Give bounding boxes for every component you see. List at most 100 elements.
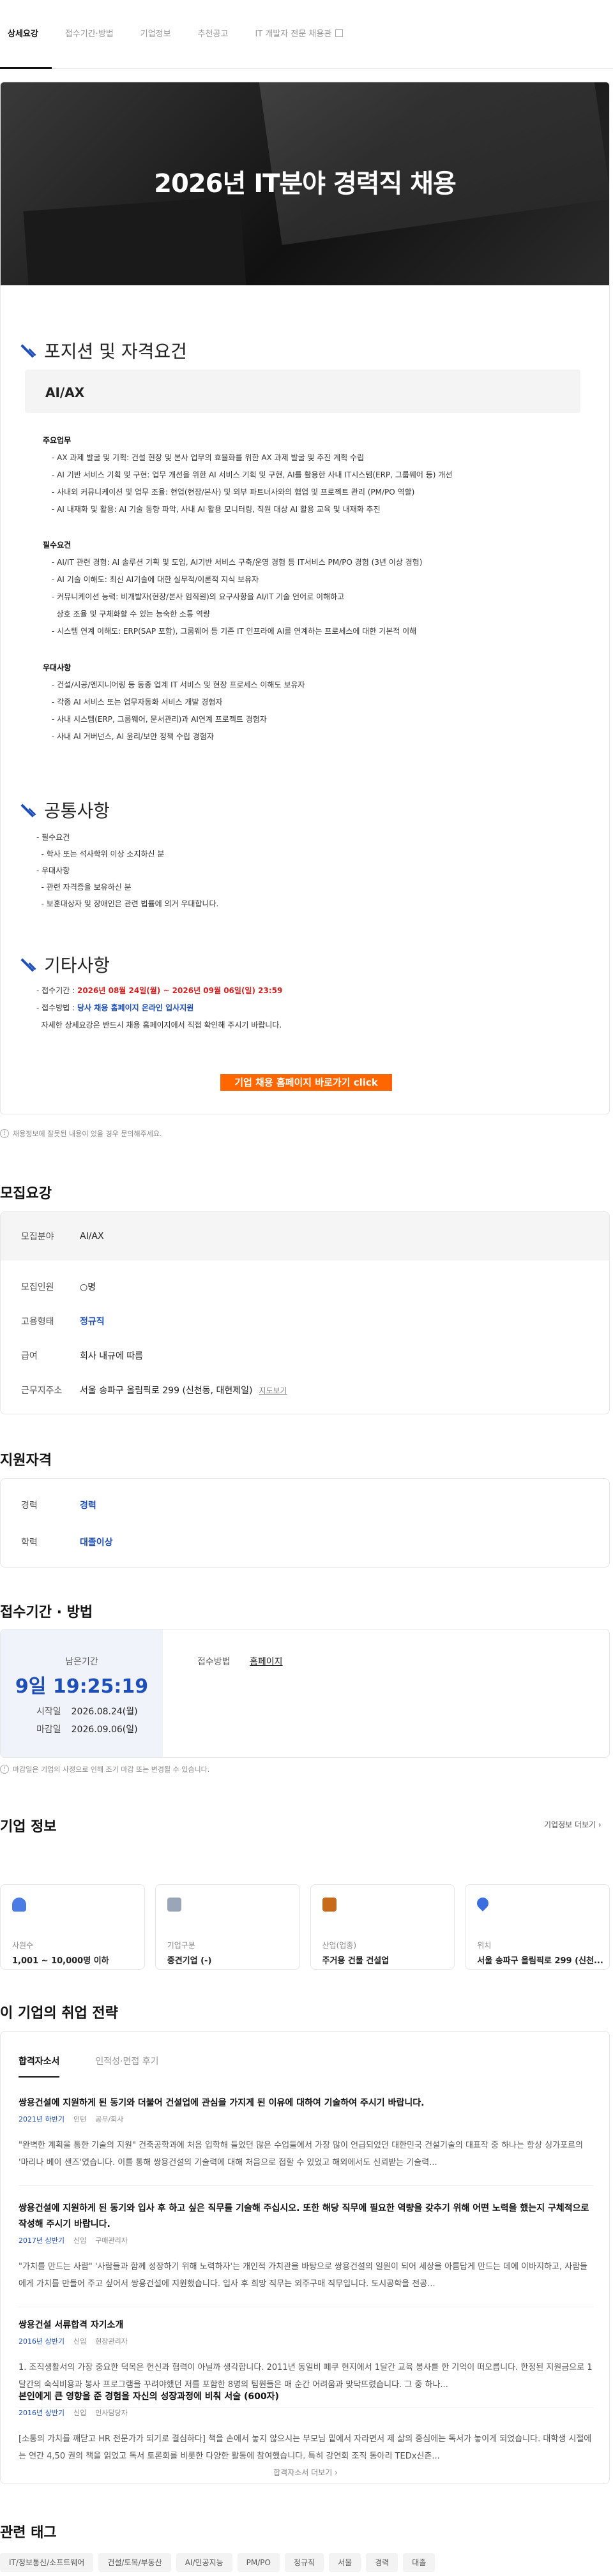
tab-it-dev-label: IT 개발자 전문 채용관 <box>255 29 332 39</box>
company-card-label: 기업구분 <box>167 1941 195 1950</box>
tag-chip[interactable]: 건설/토목/부동산 <box>98 2553 171 2572</box>
essay-item[interactable]: 쌍용건설에 지원하게 된 동기와 더불어 건설업에 관심을 가지게 된 이유에 … <box>19 2095 593 2186</box>
essay-year: 2021년 하반기 <box>19 2115 64 2123</box>
company-card-type: 기업구분 중견기업 (-) <box>155 1884 300 1970</box>
preferences-title: 우대사항 <box>43 663 72 672</box>
tag-chip[interactable]: IT/정보통신/소프트웨어 <box>0 2553 94 2572</box>
etc-block: - 접수기간 : 2026년 08월 24일(월) ~ 2026년 09월 06… <box>36 982 282 1034</box>
period-line: - 접수기간 : 2026년 08월 24일(월) ~ 2026년 09월 06… <box>36 982 282 1000</box>
essay-meta: 2016년 상반기 신입 현장관리자 <box>19 2336 593 2346</box>
essay-question: 쌍용건설 서류합격 자기소개 <box>19 2320 124 2330</box>
duty-item: - 사내외 커뮤니케이션 및 업무 조율: 현업(현장/본사) 및 외부 파트너… <box>52 488 415 497</box>
common-item: - 학사 또는 석사학위 이상 소지하신 분 <box>36 850 165 858</box>
remaining-label: 남은기간 <box>65 1657 98 1667</box>
tab-detail[interactable]: 상세요강 <box>0 0 52 69</box>
strategy-box: 합격자소서 인적성·면접 후기 쌍용건설에 지원하게 된 동기와 더불어 건설업… <box>0 2031 610 2484</box>
tag-chip[interactable]: AI/인공지능 <box>176 2553 232 2572</box>
essay-type: 신입 <box>73 2409 87 2417</box>
essay-year: 2017년 상반기 <box>19 2236 64 2245</box>
essay-question: 쌍용건설에 지원하게 된 동기와 입사 후 하고 싶은 직무를 기술해 주십시오… <box>19 2203 589 2229</box>
tag-chip[interactable]: 정규직 <box>284 2553 324 2572</box>
company-card-location: 위치 서울 송파구 올림픽로 299 (신천... <box>465 1884 610 1970</box>
tab-period[interactable]: 접수기간·방법 <box>52 0 127 69</box>
common-block: - 필수요건 - 학사 또는 석사학위 이상 소지하신 분 - 우대사항 - 관… <box>36 829 218 912</box>
qualification-row: 경력 경력 <box>1 1486 609 1524</box>
summary-value: ○명 <box>80 1282 96 1292</box>
company-title: 기업 정보 <box>0 1819 57 1835</box>
tag-list: IT/정보통신/소프트웨어 건설/토목/부동산 AI/인공지능 PM/PO 정규… <box>0 2553 435 2572</box>
end-label: 마감일 <box>36 1725 61 1735</box>
duty-item: - AI 내재화 및 활용: AI 기술 동향 파악, 사내 AI 활용 모니터… <box>52 505 381 514</box>
company-card-value: 서울 송파구 올림픽로 299 (신천... <box>477 1956 603 1966</box>
company-more-link[interactable]: 기업정보 더보기 › <box>544 1819 602 1830</box>
people-icon <box>12 1898 26 1912</box>
requirement-item: - AI 기술 이해도: 최신 AI기술에 대한 실무적/이론적 지식 보유자 <box>52 575 259 584</box>
qualification-value: 대졸이상 <box>80 1538 113 1548</box>
summary-key: 모집분야 <box>21 1232 54 1242</box>
tag-chip[interactable]: 대졸 <box>403 2553 435 2572</box>
essays-more-link[interactable]: 합격자소서 더보기 › <box>1 2467 609 2478</box>
qualification-key: 학력 <box>21 1538 38 1548</box>
period-value: 2026년 08월 24일(월) ~ 2026년 09월 06일(일) 23:5… <box>77 986 283 995</box>
qualification-value: 경력 <box>80 1501 96 1511</box>
deadline-note: ! 마감일은 기업의 사정으로 인해 조기 마감 또는 변경될 수 있습니다. <box>0 1764 209 1774</box>
summary-value: 회사 내규에 따름 <box>80 1351 144 1361</box>
common-item: - 우대사항 <box>36 866 70 875</box>
external-link-icon <box>335 29 344 37</box>
apply-method-link[interactable]: 홈페이지 <box>250 1655 283 1668</box>
strategy-title: 이 기업의 취업 전략 <box>0 2005 118 2021</box>
preference-item: - 건설/시공/엔지니어링 등 동종 업계 IT 서비스 및 현장 프로세스 이… <box>52 680 305 689</box>
summary-row: 근무지주소 서울 송파구 올림픽로 299 (신천동, 대현제일) 지도보기 <box>1 1373 609 1407</box>
summary-value: 정규직 <box>80 1317 105 1327</box>
summary-row: 고용형태 정규직 <box>1 1304 609 1338</box>
end-date-line: 마감일 2026.09.06(일) <box>36 1723 138 1735</box>
tab-company[interactable]: 기업정보 <box>127 0 185 69</box>
summary-key: 근무지주소 <box>21 1386 63 1396</box>
slash-accent-icon <box>25 344 35 357</box>
role-box: AI/AX <box>25 370 580 413</box>
company-more-label: 기업정보 더보기 <box>544 1820 596 1829</box>
briefcase-icon <box>322 1898 337 1912</box>
company-card-value: 1,001 ~ 10,000명 이하 <box>12 1956 109 1966</box>
building-icon <box>167 1898 181 1912</box>
summary-row: 모집분야 AI/AX <box>1 1212 609 1261</box>
essay-item[interactable]: 쌍용건설에 지원하게 된 동기와 입사 후 하고 싶은 직무를 기술해 주십시오… <box>19 2201 593 2307</box>
company-homepage-button[interactable]: 기업 채용 홈페이지 바로가기 click <box>220 1074 392 1091</box>
end-date: 2026.09.06(일) <box>71 1725 138 1735</box>
company-card-label: 사원수 <box>12 1941 34 1950</box>
essay-dept: 인사담당자 <box>95 2409 128 2417</box>
map-link[interactable]: 지도보기 <box>259 1385 287 1396</box>
company-card-value: 주거용 건물 건설업 <box>322 1956 390 1966</box>
section-etc: 기타사항 <box>25 952 110 977</box>
hero-title: 2026년 IT분야 경력직 채용 <box>154 169 457 198</box>
essay-answer: [소통의 가치를 깨닫고 HR 전문가가 되기로 결심하다] 책을 손에서 놓지… <box>19 2434 592 2461</box>
requirements-title: 필수요건 <box>43 541 72 550</box>
tag-chip[interactable]: 서울 <box>329 2553 361 2572</box>
essay-answer: "가치를 만드는 사람" '사람들과 함께 성장하기 위해 노력하자'는 개인적… <box>19 2262 588 2289</box>
method-line: - 접수방법 : 당사 채용 홈페이지 온라인 입사지원 <box>36 1000 282 1017</box>
tag-chip[interactable]: PM/PO <box>237 2553 280 2572</box>
hero-image-laptop <box>23 196 246 285</box>
tag-chip[interactable]: 경력 <box>366 2553 398 2572</box>
tab-it-dev[interactable]: IT 개발자 전문 채용관 <box>241 0 356 69</box>
company-card-value: 중견기업 (-) <box>167 1956 212 1966</box>
requirements-block: 필수요건 - AI/IT 관련 경험: AI 솔루션 기획 및 도입, AI기반… <box>43 537 422 640</box>
common-item: - 필수요건 <box>36 833 70 842</box>
essay-answer: "완벽한 계획을 통한 기술의 지원" 건축공학과에 처음 입학해 들었던 많은… <box>19 2141 583 2168</box>
essay-type: 인턴 <box>73 2115 87 2123</box>
tab-recommend[interactable]: 추천공고 <box>185 0 242 69</box>
tab-essays[interactable]: 합격자소서 <box>19 2044 60 2078</box>
essay-year: 2016년 상반기 <box>19 2409 64 2417</box>
essay-meta: 2021년 하반기 인턴 공무/회사 <box>19 2114 593 2124</box>
apply-method-label: 접수방법 <box>197 1657 231 1667</box>
duties-title: 주요업무 <box>43 436 72 445</box>
preference-item: - 사내 AI 거버넌스, AI 윤리/보안 정책 수립 경험자 <box>52 732 214 741</box>
tab-interview[interactable]: 인적성·면접 후기 <box>95 2044 158 2078</box>
duty-item: - AI 기반 서비스 기획 및 구현: 업무 개선을 위한 AI 서비스 기획… <box>52 470 453 479</box>
essays-more-label: 합격자소서 더보기 <box>273 2468 333 2477</box>
info-icon: ! <box>0 1129 9 1138</box>
report-note-text: 채용정보에 잘못된 내용이 있을 경우 문의해주세요. <box>13 1130 162 1138</box>
preferences-block: 우대사항 - 건설/시공/엔지니어링 등 동종 업계 IT 서비스 및 현장 프… <box>43 659 305 745</box>
detail-tabs: 상세요강 접수기간·방법 기업정보 추천공고 IT 개발자 전문 채용관 <box>0 0 613 69</box>
essay-item[interactable]: 본인에게 큰 영향을 준 경험을 자신의 성장과정에 비춰 서술 (600자) … <box>19 2389 593 2465</box>
